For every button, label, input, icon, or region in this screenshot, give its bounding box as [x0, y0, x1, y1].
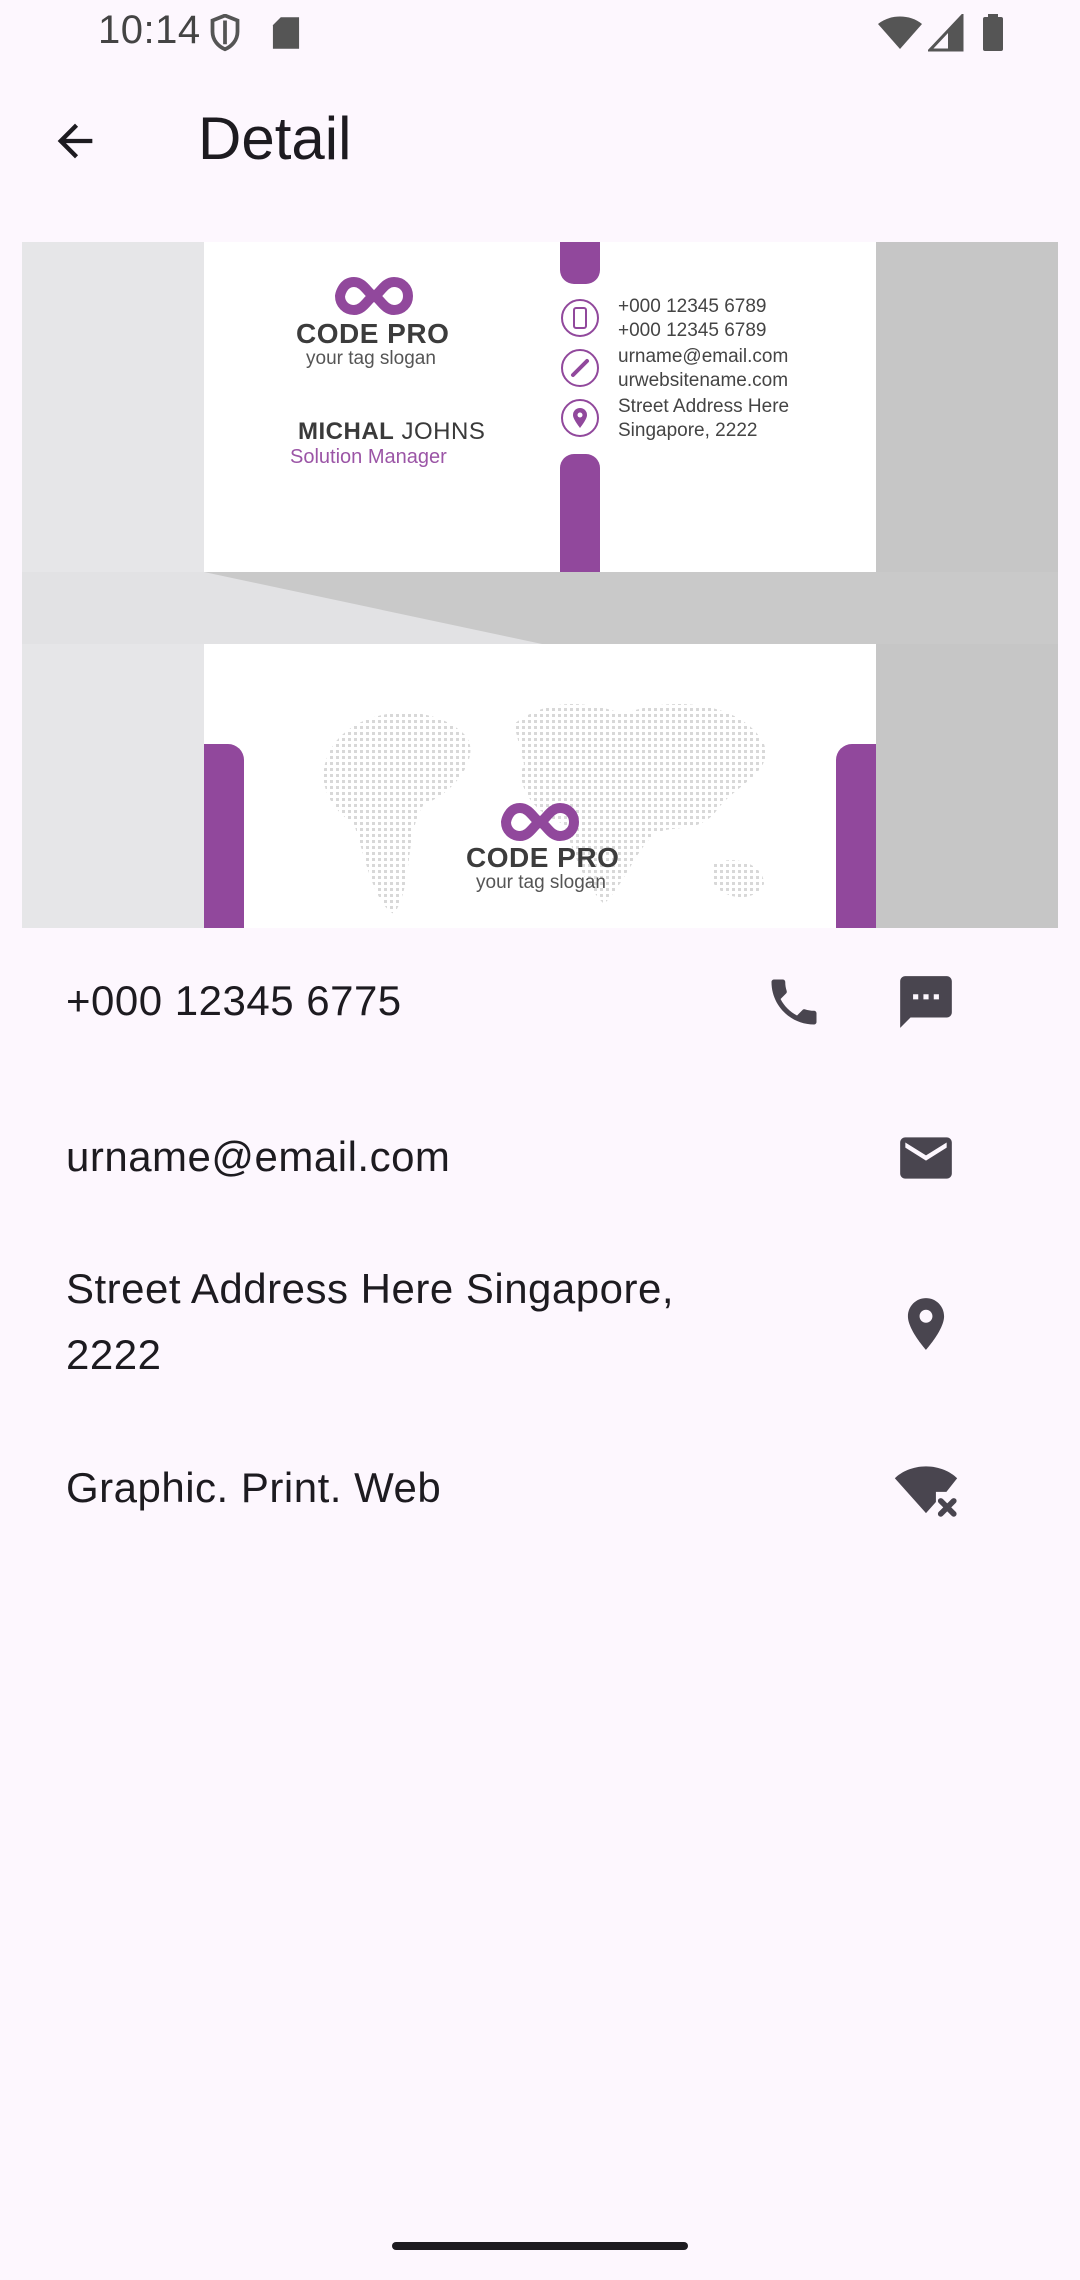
card-address-2: Singapore, 2222 — [618, 420, 758, 441]
page-title: Detail — [198, 105, 352, 172]
card-logo-text: CODE PRO — [296, 318, 450, 349]
call-button[interactable] — [754, 962, 834, 1042]
phone-row: +000 12345 6775 — [0, 968, 1080, 1068]
location-pin-icon — [907, 1298, 945, 1350]
card-person-name: MICHAL JOHNS — [298, 418, 485, 446]
card-person-role: Solution Manager — [290, 446, 447, 468]
phone-circle-icon — [561, 299, 599, 337]
website-button[interactable] — [886, 1449, 966, 1529]
card-phone-2: +000 12345 6789 — [618, 320, 767, 341]
card-accent-bar-bottom — [560, 454, 600, 572]
business-card-image: CODE PRO your tag slogan MICHAL JOHNS So… — [22, 242, 1058, 928]
sd-card-icon — [272, 17, 300, 49]
status-bar: 10:14 — [0, 0, 1080, 66]
card-back-slogan: your tag slogan — [476, 872, 606, 893]
email-row: urname@email.com — [0, 1124, 1080, 1224]
card-back-accent-left — [204, 744, 244, 928]
address-text: Street Address Here Singapore, 2222 — [66, 1265, 675, 1378]
card-front: CODE PRO your tag slogan MICHAL JOHNS So… — [204, 242, 876, 572]
wifi-icon — [878, 16, 922, 49]
card-first-name: MICHAL — [298, 418, 395, 445]
sms-icon — [900, 976, 952, 1028]
location-circle-icon — [561, 399, 599, 437]
infinity-logo-icon — [334, 276, 414, 316]
message-button[interactable] — [886, 962, 966, 1042]
infinity-logo-icon — [500, 802, 580, 842]
card-back-accent-right — [836, 744, 876, 928]
card-website: urwebsitename.com — [618, 370, 789, 391]
card-shadow — [22, 572, 1058, 644]
website-row: Graphic. Print. Web — [0, 1455, 1080, 1555]
card-slogan: your tag slogan — [306, 348, 436, 369]
home-indicator[interactable] — [392, 2242, 688, 2250]
status-time: 10:14 — [98, 8, 201, 52]
phone-icon — [771, 979, 817, 1025]
arrow-back-icon — [57, 123, 93, 159]
card-last-name: JOHNS — [401, 418, 486, 445]
email-address: urname@email.com — [66, 1133, 451, 1180]
website-text: Graphic. Print. Web — [66, 1464, 442, 1511]
address-row: Street Address Here Singapore, 2222 — [0, 1256, 1080, 1396]
mail-icon — [900, 1137, 952, 1179]
shield-icon — [210, 14, 240, 52]
card-back-logo-text: CODE PRO — [466, 842, 620, 873]
card-accent-bar-top — [560, 242, 600, 284]
link-circle-icon — [561, 349, 599, 387]
map-button[interactable] — [886, 1284, 966, 1364]
signal-icon — [928, 14, 964, 52]
battery-icon — [983, 14, 1003, 51]
web-off-icon — [894, 1466, 958, 1517]
top-app-bar: Detail — [0, 66, 1080, 216]
card-phone-1: +000 12345 6789 — [618, 296, 767, 317]
email-button[interactable] — [886, 1118, 966, 1198]
back-button[interactable] — [40, 106, 110, 176]
card-email: urname@email.com — [618, 346, 789, 367]
card-address-1: Street Address Here — [618, 396, 790, 417]
card-back: CODE PRO your tag slogan — [204, 644, 876, 928]
phone-number: +000 12345 6775 — [66, 977, 402, 1024]
